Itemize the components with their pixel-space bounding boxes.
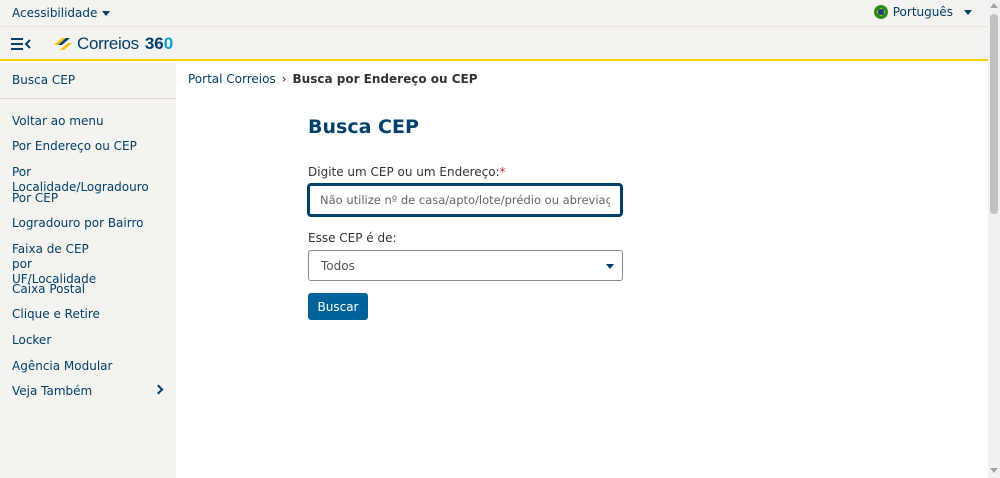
language-label: Português xyxy=(892,5,953,19)
sidebar-title: Busca CEP xyxy=(12,73,76,87)
logo-wordmark: Correios xyxy=(77,34,139,53)
breadcrumb: Portal Correios › Busca por Endereço ou … xyxy=(188,72,478,86)
breadcrumb-portal-correios[interactable]: Portal Correios xyxy=(188,72,276,86)
sidebar-divider xyxy=(0,98,176,99)
sidebar-item-bairro[interactable]: Logradouro por Bairro xyxy=(12,216,162,231)
cep-type-label: Esse CEP é de: xyxy=(308,231,397,245)
sidebar-item-label: Veja Também xyxy=(12,384,93,398)
scroll-down-arrow-icon[interactable] xyxy=(990,468,998,473)
page-title: Busca CEP xyxy=(308,116,419,138)
page-scrollbar[interactable] xyxy=(988,0,1000,478)
breadcrumb-current: Busca por Endereço ou CEP xyxy=(292,72,478,86)
menu-collapse-icon[interactable] xyxy=(11,36,31,52)
accessibility-menu[interactable]: Acessibilidade xyxy=(12,6,111,20)
sidebar-item-veja-tambem[interactable]: Veja Também xyxy=(12,384,164,399)
sidebar-item-faixa-cep[interactable]: Faixa de CEP por UF/Localidade xyxy=(12,242,112,287)
cep-field-label: Digite um CEP ou um Endereço:* xyxy=(308,165,506,179)
sidebar-item-caixa-postal[interactable]: Caixa Postal xyxy=(12,282,162,297)
cep-field-label-text: Digite um CEP ou um Endereço: xyxy=(308,165,500,179)
search-button[interactable]: Buscar xyxy=(308,293,368,320)
required-mark: * xyxy=(499,165,506,179)
scrollbar-thumb[interactable] xyxy=(990,14,998,214)
utility-bar: Acessibilidade Português xyxy=(0,0,988,27)
cep-address-input[interactable] xyxy=(307,183,623,217)
logo-360-zero: 0 xyxy=(163,34,174,53)
breadcrumb-separator: › xyxy=(281,72,287,86)
brazil-flag-icon xyxy=(873,5,888,19)
caret-down-icon xyxy=(606,264,614,269)
sidebar: Busca CEP Voltar ao menu Por Endereço ou… xyxy=(0,63,176,478)
caret-down-icon xyxy=(102,10,111,16)
correios-logo-icon xyxy=(54,38,72,50)
sidebar-item-agencia-modular[interactable]: Agência Modular xyxy=(12,359,162,374)
scroll-up-arrow-icon[interactable] xyxy=(990,3,998,8)
sidebar-item-voltar[interactable]: Voltar ao menu xyxy=(12,114,162,129)
caret-down-icon xyxy=(964,9,972,15)
sidebar-item-por-cep[interactable]: Por CEP xyxy=(12,191,162,206)
language-selector[interactable]: Português xyxy=(873,5,972,19)
chevron-right-icon xyxy=(153,384,164,395)
site-header: Correios 360 xyxy=(0,27,988,61)
correios-logo[interactable]: Correios 360 xyxy=(52,31,173,57)
sidebar-item-endereco-cep[interactable]: Por Endereço ou CEP xyxy=(12,139,162,154)
sidebar-item-locker[interactable]: Locker xyxy=(12,333,162,348)
accessibility-label: Acessibilidade xyxy=(12,6,98,20)
sidebar-item-clique-retire[interactable]: Clique e Retire xyxy=(12,307,162,322)
logo-360: 360 xyxy=(145,34,173,54)
cep-type-select[interactable]: Todos xyxy=(308,250,623,281)
cep-type-selected-value: Todos xyxy=(321,259,355,273)
logo-360-digits: 36 xyxy=(144,34,164,53)
